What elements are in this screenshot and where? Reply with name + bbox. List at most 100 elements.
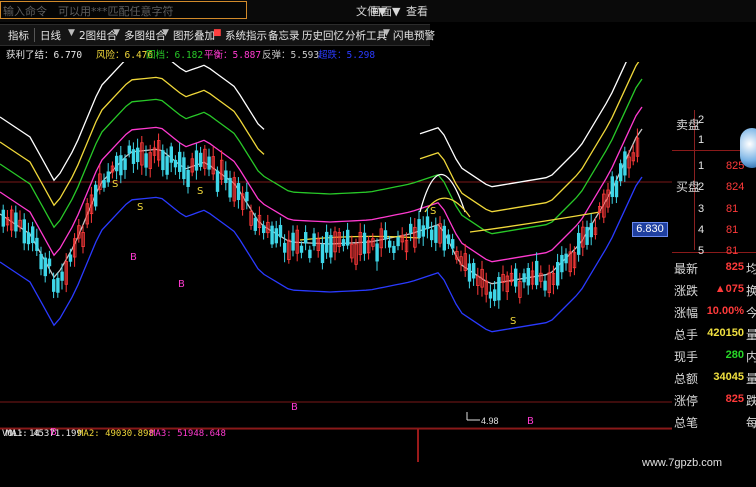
candle-body <box>467 263 472 282</box>
toolbar: 指标 日线 ▼ 2图组合 ▼ 多图组合 ▼ 图形叠加 ■ 系统指示 备忘录 历史… <box>0 24 435 46</box>
candle-body <box>169 146 173 163</box>
candle-body <box>514 268 518 287</box>
candle-body <box>60 271 64 281</box>
indicator-pullback: 回档：6.182 <box>146 50 204 61</box>
globe-icon <box>740 128 756 168</box>
quote-row-extra: 量 <box>746 328 756 342</box>
candle-body <box>261 225 266 234</box>
toolbar-multi-chart-button[interactable]: 多图组合 <box>124 28 166 43</box>
candle-body <box>396 237 400 247</box>
candle-body <box>1 209 5 227</box>
candle-body <box>14 212 18 232</box>
candle-body <box>161 150 165 171</box>
candle-body <box>560 254 564 273</box>
volume-ma2: MA2: 49030.898 <box>78 429 154 439</box>
signal-marker: B <box>527 416 534 427</box>
candle-body <box>177 151 182 172</box>
command-input[interactable]: 输入命令 可以用***匹配任意字符 <box>0 1 247 19</box>
candlestick-chart[interactable]: SSSSSBBBBB <box>0 62 672 462</box>
candle-body <box>345 229 350 246</box>
toolbar-history-button[interactable]: 历史回忆 <box>302 28 344 43</box>
candle-body <box>543 280 547 291</box>
candle-body <box>522 273 526 283</box>
candle-body <box>26 232 31 245</box>
candle-body <box>127 145 131 154</box>
candle-body <box>198 152 203 167</box>
candle-body <box>274 228 278 244</box>
toolbar-daily-button[interactable]: 日线 <box>40 28 61 43</box>
indicator-oversold: 超跌：5.298 <box>318 50 376 61</box>
candle-body <box>488 291 493 299</box>
chevron-down-icon[interactable]: ▼ <box>383 28 390 38</box>
buy-level: 3 <box>698 203 705 215</box>
quote-row-value: 34045 <box>713 371 744 383</box>
quote-row-value: 10.00% <box>706 305 744 317</box>
buy-price: 81 <box>726 224 739 236</box>
candle-body <box>43 257 47 277</box>
candle-body <box>387 240 392 248</box>
candle-body <box>173 159 178 168</box>
menu-view[interactable]: 查看 <box>406 3 428 19</box>
quote-row-label: 涨跌 <box>674 284 699 298</box>
candles <box>1 128 640 309</box>
candle-body <box>228 177 232 198</box>
candle-body <box>320 244 325 264</box>
candle-body <box>207 156 211 170</box>
candle-body <box>585 226 589 245</box>
candle-body <box>56 277 60 293</box>
menu-view-screen[interactable]: 画面▼ <box>370 3 400 19</box>
band-line <box>469 211 601 233</box>
chevron-down-icon[interactable]: ▼ <box>162 28 169 38</box>
buy-level: 5 <box>698 245 705 257</box>
candle-body <box>39 253 43 270</box>
band-line <box>0 62 627 188</box>
candle-body <box>614 180 619 198</box>
toolbar-indicator-button[interactable]: 指标 <box>8 28 29 43</box>
toolbar-alert-button[interactable]: 闪电预警 <box>393 28 435 43</box>
indicator-balance: 平衡：5.887 <box>204 50 262 61</box>
candle-body <box>312 233 316 247</box>
quote-row-label: 现手 <box>674 350 699 364</box>
quote-row-extra: 均 <box>746 262 756 276</box>
candle-body <box>425 216 430 229</box>
candle-body <box>497 277 501 301</box>
candle-body <box>429 229 434 241</box>
candle-body <box>115 155 119 172</box>
toolbar-analysis-button[interactable]: 分析工具 <box>345 28 387 43</box>
chevron-down-icon[interactable]: ▼ <box>68 28 75 38</box>
candle-body <box>589 223 593 238</box>
quote-row-extra: 每 <box>746 416 756 430</box>
toolbar-memo-button[interactable]: 备忘录 <box>268 28 300 43</box>
chevron-down-icon[interactable]: ▼ <box>113 28 120 38</box>
candle-body <box>291 232 295 251</box>
quote-row-extra: 今 <box>746 306 756 320</box>
candle-body <box>375 243 379 262</box>
candle-body <box>165 156 169 175</box>
candle-body <box>278 224 283 238</box>
band-line <box>0 78 643 235</box>
candle-body <box>253 217 257 231</box>
quote-row-value: 825 <box>725 261 744 273</box>
buy-price: 824 <box>726 181 745 193</box>
signal-marker: S <box>510 316 516 327</box>
sell-level: 2 <box>698 114 705 126</box>
candle-body <box>341 239 346 246</box>
candle-body <box>535 260 539 286</box>
candle-body <box>131 149 136 164</box>
candle-body <box>556 262 560 286</box>
toolbar-system-indicator-button[interactable]: 系统指示 <box>225 28 267 43</box>
toolbar-overlay-button[interactable]: 图形叠加 <box>173 28 215 43</box>
current-price-tag: 6.830 <box>632 222 668 237</box>
candle-body <box>123 158 127 170</box>
quote-row-label: 总手 <box>674 328 699 342</box>
indicator-values-row: 获利了结：6.770 风险：6.476 回档：6.182 平衡：5.887 反弹… <box>0 47 430 61</box>
low-price-label: 4.98 <box>481 416 499 426</box>
quote-row-label: 最新 <box>674 262 699 276</box>
candle-body <box>471 262 476 279</box>
candle-body <box>135 147 140 163</box>
signal-marker: S <box>197 186 203 197</box>
candle-body <box>408 223 413 233</box>
toolbar-two-chart-button[interactable]: 2图组合 <box>79 28 117 43</box>
candle-body <box>182 157 186 180</box>
quote-row-value: 825 <box>725 393 744 405</box>
